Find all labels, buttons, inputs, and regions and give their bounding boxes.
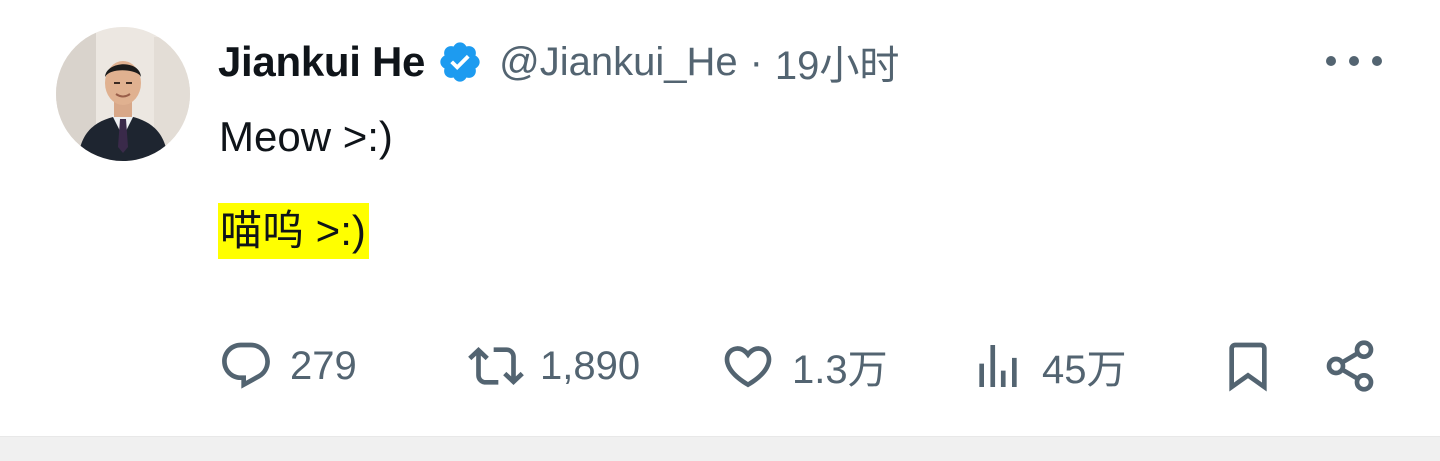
bookmark-button[interactable]: [1220, 336, 1276, 396]
tweet-header: Jiankui He @Jiankui_He · 19小时: [218, 34, 899, 90]
avatar-image: [56, 27, 190, 161]
author-handle[interactable]: @Jiankui_He: [499, 40, 738, 85]
bookmark-icon: [1229, 342, 1267, 392]
tweet-translation-highlighted: 喵呜 >:): [218, 203, 369, 259]
tweet-actions: 279 1,890 1.3万 45万: [0, 336, 1440, 396]
timestamp[interactable]: 19小时: [775, 33, 900, 91]
author-name[interactable]: Jiankui He: [218, 38, 425, 86]
views-count: 45万: [1042, 348, 1127, 392]
verified-badge-icon: [437, 39, 483, 85]
retweet-count: 1,890: [540, 343, 641, 388]
reply-count: 279: [290, 343, 357, 388]
reply-button[interactable]: 279: [218, 336, 357, 396]
like-button[interactable]: 1.3万: [720, 336, 888, 396]
separator-dot: ·: [749, 39, 763, 84]
more-horizontal-icon[interactable]: [1326, 44, 1382, 78]
avatar[interactable]: [56, 27, 190, 161]
like-count: 1.3万: [792, 348, 888, 392]
retweet-button[interactable]: 1,890: [468, 336, 640, 396]
comment-icon: [222, 342, 270, 389]
heart-icon: [724, 346, 772, 388]
views-button[interactable]: 45万: [970, 336, 1127, 396]
tweet-card[interactable]: Jiankui He @Jiankui_He · 19小时 Meow >:) 喵…: [0, 0, 1440, 436]
retweet-icon: [468, 347, 524, 385]
feed-divider: [0, 436, 1440, 461]
tweet-text: Meow >:): [219, 113, 393, 160]
share-button[interactable]: [1322, 336, 1378, 396]
bar-chart-icon: [979, 345, 1017, 387]
share-icon: [1326, 340, 1374, 392]
